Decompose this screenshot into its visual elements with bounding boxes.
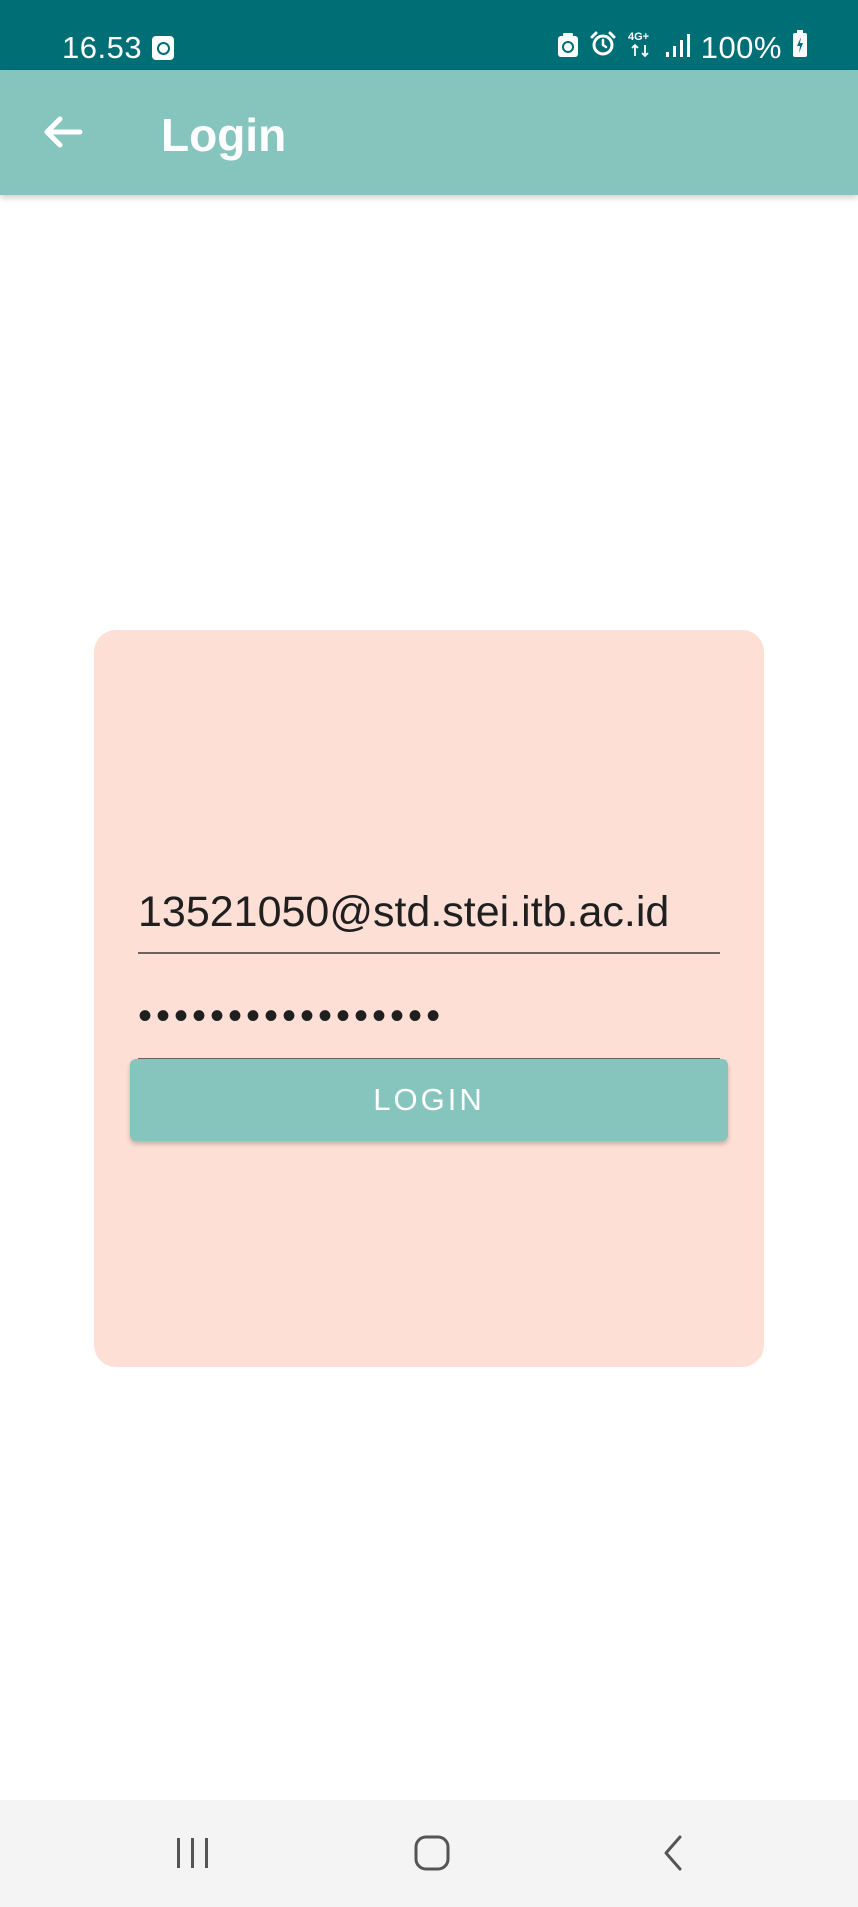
alarm-icon <box>589 30 617 66</box>
recycle-icon <box>557 30 579 66</box>
app-bar: Login <box>0 70 858 195</box>
arrow-left-icon[interactable] <box>36 104 92 160</box>
navigation-bar <box>0 1800 858 1907</box>
email-field[interactable] <box>138 882 720 942</box>
battery-charging-icon <box>792 30 808 66</box>
home-icon[interactable] <box>412 1833 452 1873</box>
back-icon[interactable] <box>658 1833 688 1873</box>
email-field-container <box>138 860 720 954</box>
password-field-container <box>138 964 720 1060</box>
password-field[interactable] <box>138 986 720 1046</box>
status-bar: 16.53 4G+ 100% <box>0 0 858 70</box>
signal-icon <box>665 30 691 66</box>
status-time: 16.53 <box>62 30 143 65</box>
network-4g-icon: 4G+ <box>627 29 655 67</box>
status-icons: 4G+ 100% <box>557 28 808 68</box>
svg-text:4G+: 4G+ <box>628 31 649 43</box>
screen-record-icon <box>152 36 174 60</box>
battery-percentage: 100% <box>700 30 782 65</box>
page-title: Login <box>161 109 287 161</box>
recents-icon[interactable] <box>175 1835 211 1871</box>
login-button[interactable]: LOGIN <box>130 1059 728 1141</box>
login-card: LOGIN <box>94 630 764 1367</box>
